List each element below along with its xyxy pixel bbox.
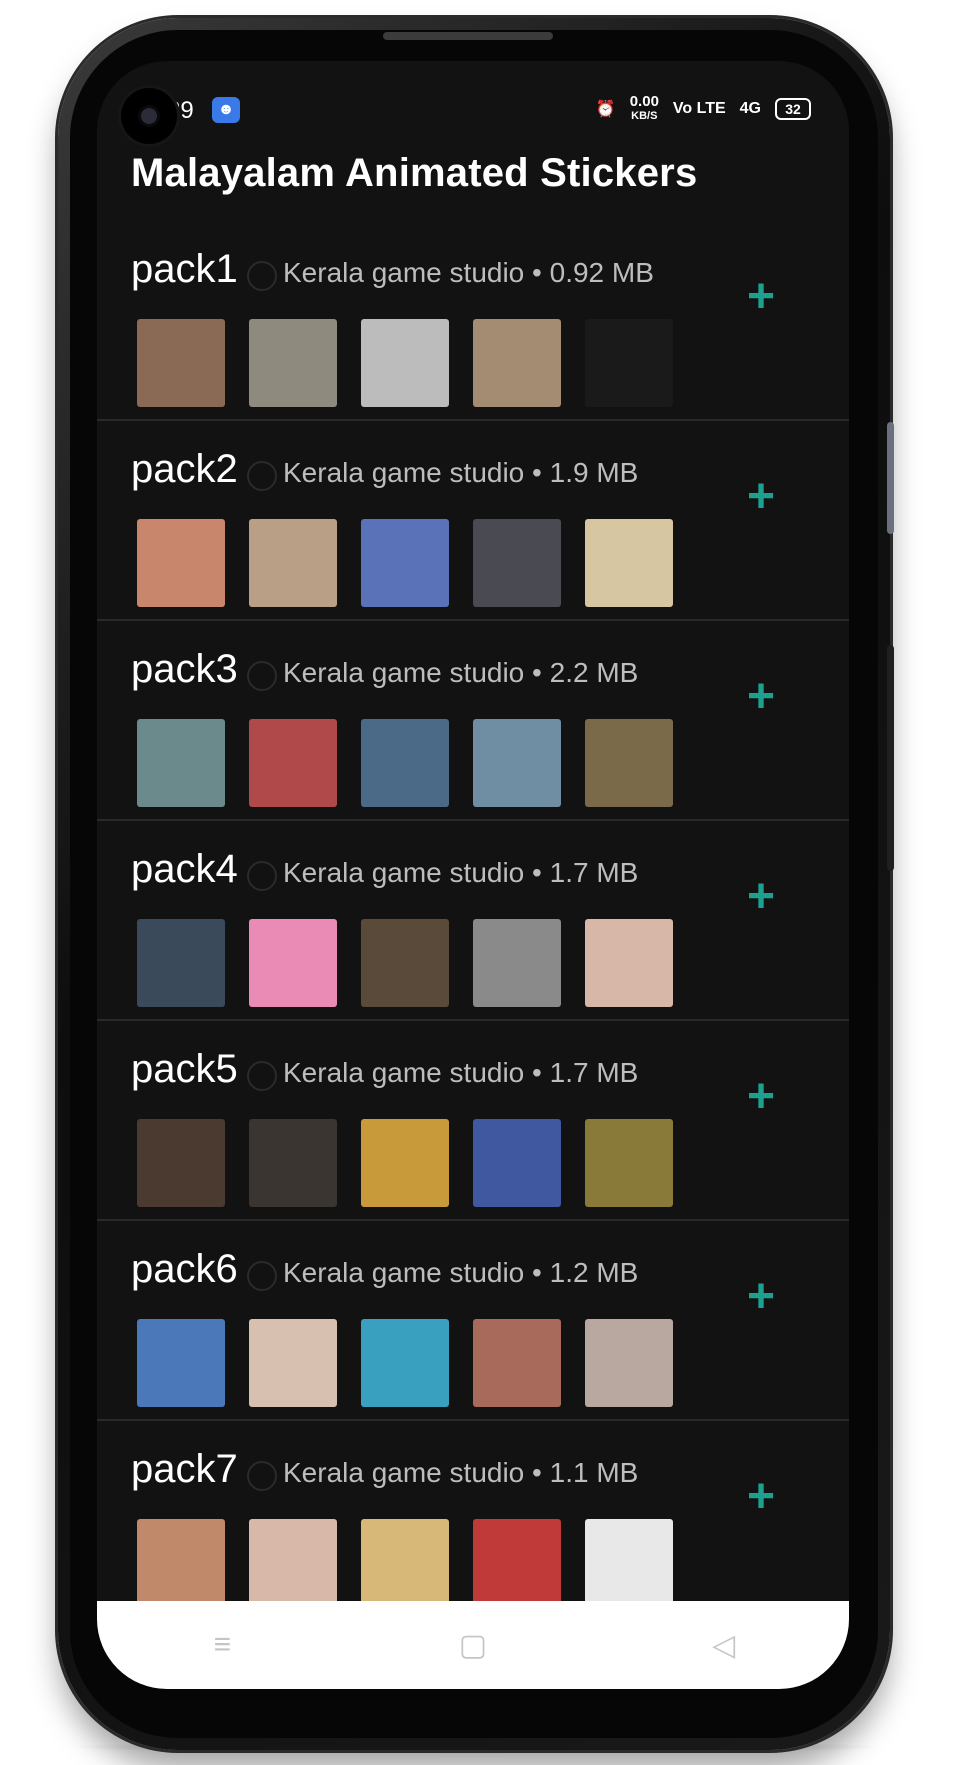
sticker-thumbnail <box>473 719 561 807</box>
status-icons: ⏰ 0.00 KB/S Vo LTE 4G 32 <box>595 93 811 123</box>
pack-name: pack7 <box>131 1447 238 1491</box>
sticker-thumbnails <box>137 1319 673 1407</box>
alarm-icon: ⏰ <box>595 101 616 118</box>
sticker-thumbnails <box>137 919 673 1007</box>
pack-meta: Kerala game studio • 0.92 MB <box>283 257 654 288</box>
animated-indicator-icon <box>247 861 277 891</box>
volume-button <box>887 422 894 534</box>
status-bar: 29 ☻ ⏰ 0.00 KB/S Vo LTE 4G 32 <box>97 61 849 131</box>
pack-name: pack4 <box>131 847 238 891</box>
back-nav-icon[interactable]: ◁ <box>694 1625 754 1665</box>
front-camera <box>121 88 177 144</box>
sticker-thumbnail <box>585 1119 673 1207</box>
volte-icon: Vo LTE <box>672 100 726 117</box>
power-button <box>887 645 894 871</box>
sticker-thumbnails <box>137 1119 673 1207</box>
sticker-pack-row[interactable]: pack3 Kerala game studio • 2.2 MB + <box>97 621 849 821</box>
sticker-thumbnail <box>361 319 449 407</box>
sticker-thumbnail <box>361 1319 449 1407</box>
sticker-thumbnail <box>249 919 337 1007</box>
sticker-thumbnails <box>137 719 673 807</box>
sticker-thumbnail <box>249 1119 337 1207</box>
sticker-thumbnail <box>585 919 673 1007</box>
pack-name: pack6 <box>131 1247 238 1291</box>
pack-list: pack1 Kerala game studio • 0.92 MB + pac… <box>97 221 849 1621</box>
sticker-thumbnail <box>137 919 225 1007</box>
add-pack-button[interactable]: + <box>747 673 775 721</box>
pack-meta: Kerala game studio • 2.2 MB <box>283 657 639 688</box>
sticker-pack-row[interactable]: pack5 Kerala game studio • 1.7 MB + <box>97 1021 849 1221</box>
sticker-thumbnails <box>137 1519 673 1607</box>
sticker-thumbnail <box>473 1519 561 1607</box>
pack-meta: Kerala game studio • 1.9 MB <box>283 457 639 488</box>
sticker-thumbnail <box>585 1319 673 1407</box>
battery-icon: 32 <box>775 98 811 120</box>
add-pack-button[interactable]: + <box>747 1273 775 1321</box>
animated-indicator-icon <box>247 261 277 291</box>
signal-icon: 4G <box>739 100 761 117</box>
sticker-thumbnail <box>137 1519 225 1607</box>
sticker-thumbnail <box>137 1119 225 1207</box>
sticker-thumbnail <box>249 1319 337 1407</box>
sticker-thumbnails <box>137 319 673 407</box>
sticker-thumbnail <box>585 519 673 607</box>
sticker-thumbnails <box>137 519 673 607</box>
pack-meta: Kerala game studio • 1.1 MB <box>283 1457 639 1488</box>
sticker-thumbnail <box>361 1519 449 1607</box>
animated-indicator-icon <box>247 461 277 491</box>
sticker-thumbnail <box>585 1519 673 1607</box>
sticker-thumbnail <box>249 719 337 807</box>
page-title: Malayalam Animated Stickers <box>131 151 698 195</box>
sticker-thumbnail <box>249 1519 337 1607</box>
menu-nav-icon[interactable]: ≡ <box>192 1625 252 1665</box>
sticker-thumbnail <box>361 919 449 1007</box>
animated-indicator-icon <box>247 661 277 691</box>
sticker-pack-row[interactable]: pack2 Kerala game studio • 1.9 MB + <box>97 421 849 621</box>
sticker-thumbnail <box>249 519 337 607</box>
add-pack-button[interactable]: + <box>747 1073 775 1121</box>
animated-indicator-icon <box>247 1061 277 1091</box>
add-pack-button[interactable]: + <box>747 473 775 521</box>
sticker-thumbnail <box>137 319 225 407</box>
pack-name: pack3 <box>131 647 238 691</box>
sticker-pack-row[interactable]: pack7 Kerala game studio • 1.1 MB + <box>97 1421 849 1621</box>
pack-name: pack2 <box>131 447 238 491</box>
sticker-thumbnail <box>473 1319 561 1407</box>
pack-name: pack1 <box>131 247 238 291</box>
sticker-thumbnail <box>137 719 225 807</box>
screen: 29 ☻ ⏰ 0.00 KB/S Vo LTE 4G 32 Malayalam … <box>97 61 849 1689</box>
sticker-thumbnail <box>361 519 449 607</box>
sticker-thumbnail <box>137 519 225 607</box>
network-speed: 0.00 KB/S <box>629 93 659 122</box>
sticker-thumbnail <box>585 319 673 407</box>
sticker-thumbnail <box>585 719 673 807</box>
add-pack-button[interactable]: + <box>747 873 775 921</box>
add-pack-button[interactable]: + <box>747 273 775 321</box>
pack-meta: Kerala game studio • 1.7 MB <box>283 857 639 888</box>
sticker-thumbnail <box>473 319 561 407</box>
earpiece-speaker <box>383 32 553 40</box>
animated-indicator-icon <box>247 1461 277 1491</box>
home-nav-icon[interactable]: ▢ <box>443 1625 503 1665</box>
pack-name: pack5 <box>131 1047 238 1091</box>
pack-meta: Kerala game studio • 1.2 MB <box>283 1257 639 1288</box>
sticker-thumbnail <box>249 319 337 407</box>
sticker-thumbnail <box>361 719 449 807</box>
add-pack-button[interactable]: + <box>747 1473 775 1521</box>
sticker-pack-row[interactable]: pack4 Kerala game studio • 1.7 MB + <box>97 821 849 1021</box>
sticker-thumbnail <box>473 519 561 607</box>
animated-indicator-icon <box>247 1261 277 1291</box>
nav-bar: ≡ ▢ ◁ <box>97 1601 849 1689</box>
sticker-thumbnail <box>473 919 561 1007</box>
sticker-thumbnail <box>137 1319 225 1407</box>
sticker-pack-row[interactable]: pack6 Kerala game studio • 1.2 MB + <box>97 1221 849 1421</box>
pack-meta: Kerala game studio • 1.7 MB <box>283 1057 639 1088</box>
sticker-pack-row[interactable]: pack1 Kerala game studio • 0.92 MB + <box>97 221 849 421</box>
sticker-thumbnail <box>361 1119 449 1207</box>
sticker-thumbnail <box>473 1119 561 1207</box>
notification-app-icon: ☻ <box>212 97 240 123</box>
